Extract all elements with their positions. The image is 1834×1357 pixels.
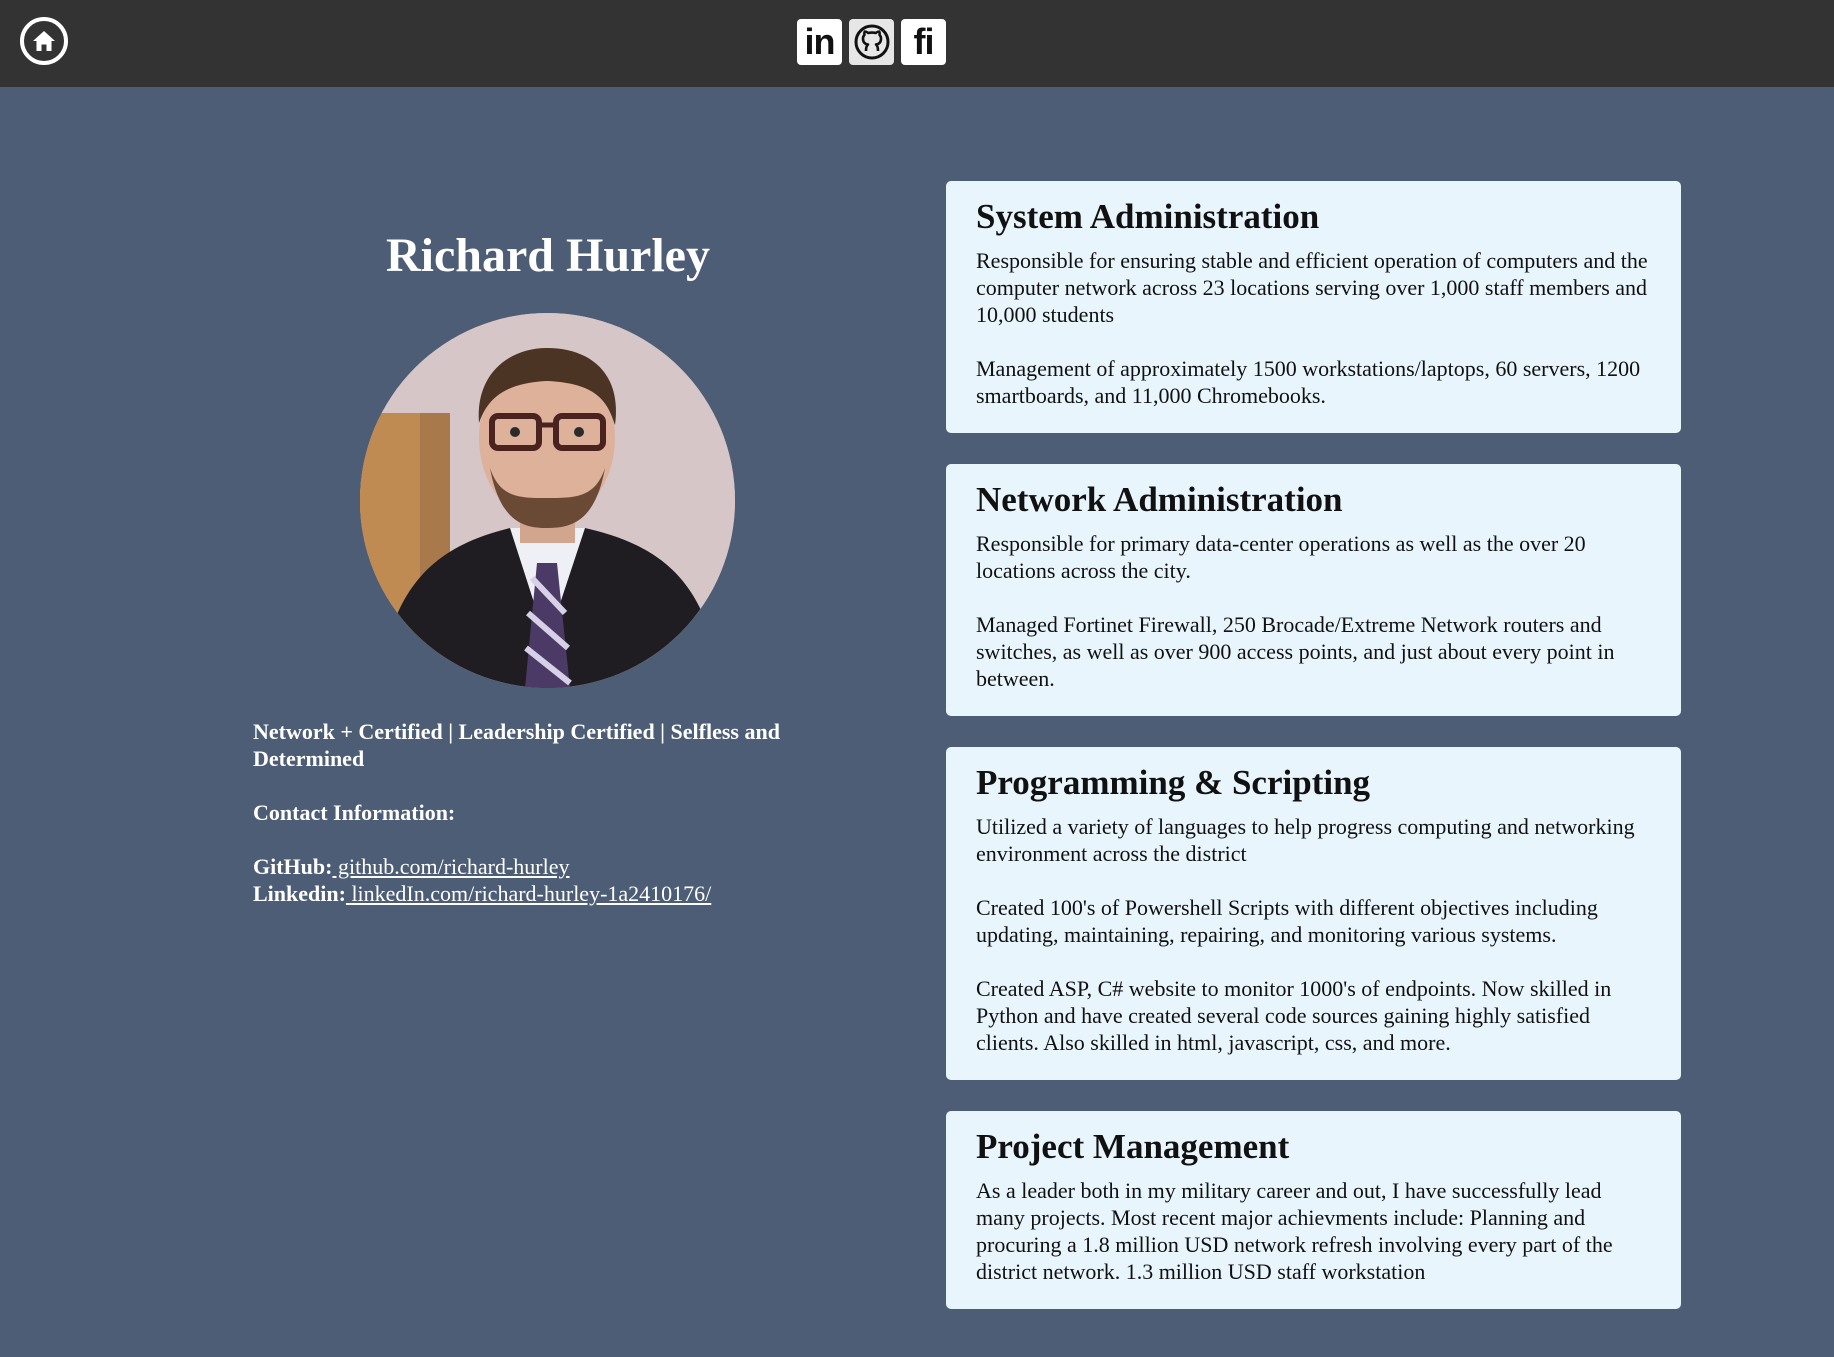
card-title: System Administration <box>976 197 1320 236</box>
github-label: GitHub: <box>253 853 333 879</box>
home-icon <box>33 31 55 51</box>
profile-photo <box>360 312 735 688</box>
card-paragraph: Responsible for primary data-center oper… <box>976 531 1586 583</box>
social-links: in fi <box>797 19 946 65</box>
github-icon <box>854 24 889 60</box>
linkedin-button[interactable]: in <box>797 19 842 65</box>
card-project-management: Project Management As a leader both in m… <box>946 1111 1681 1309</box>
card-system-administration: System Administration Responsible for en… <box>946 181 1681 433</box>
profile-tagline: Network + Certified | Leadership Certifi… <box>253 718 780 771</box>
card-paragraph: Created ASP, C# website to monitor 1000'… <box>976 976 1612 1055</box>
card-title: Programming & Scripting <box>976 763 1371 802</box>
card-paragraph: Responsible for ensuring stable and effi… <box>976 248 1648 327</box>
contact-heading: Contact Information: <box>253 799 456 825</box>
top-navigation-bar: in fi <box>0 0 1834 87</box>
profile-name: Richard Hurley <box>386 229 710 282</box>
profile-section: Richard Hurley Network + Certified | Lea… <box>253 220 843 907</box>
profile-info: Network + Certified | Leadership Certifi… <box>253 718 843 907</box>
card-network-administration: Network Administration Responsible for p… <box>946 464 1681 716</box>
github-button[interactable] <box>849 19 894 65</box>
fiverr-icon: fi <box>913 21 935 62</box>
card-paragraph: Management of approximately 1500 worksta… <box>976 356 1641 408</box>
home-button[interactable] <box>20 17 68 65</box>
linkedin-icon: in <box>804 21 836 62</box>
linkedin-label: Linkedin: <box>253 880 346 906</box>
fiverr-button[interactable]: fi <box>901 19 946 65</box>
github-link[interactable]: github.com/richard-hurley <box>332 854 570 879</box>
card-title: Project Management <box>976 1127 1290 1166</box>
card-programming-scripting: Programming & Scripting Utilized a varie… <box>946 747 1681 1080</box>
linkedin-link[interactable]: linkedIn.com/richard-hurley-1a2410176/ <box>346 881 711 906</box>
profile-photo-image <box>360 312 735 688</box>
card-title: Network Administration <box>976 480 1343 519</box>
card-paragraph: Utilized a variety of languages to help … <box>976 814 1635 866</box>
skills-cards: System Administration Responsible for en… <box>946 181 1681 1340</box>
card-paragraph: As a leader both in my military career a… <box>976 1178 1613 1284</box>
card-paragraph: Created 100's of Powershell Scripts with… <box>976 895 1598 947</box>
card-paragraph: Managed Fortinet Firewall, 250 Brocade/E… <box>976 612 1615 691</box>
